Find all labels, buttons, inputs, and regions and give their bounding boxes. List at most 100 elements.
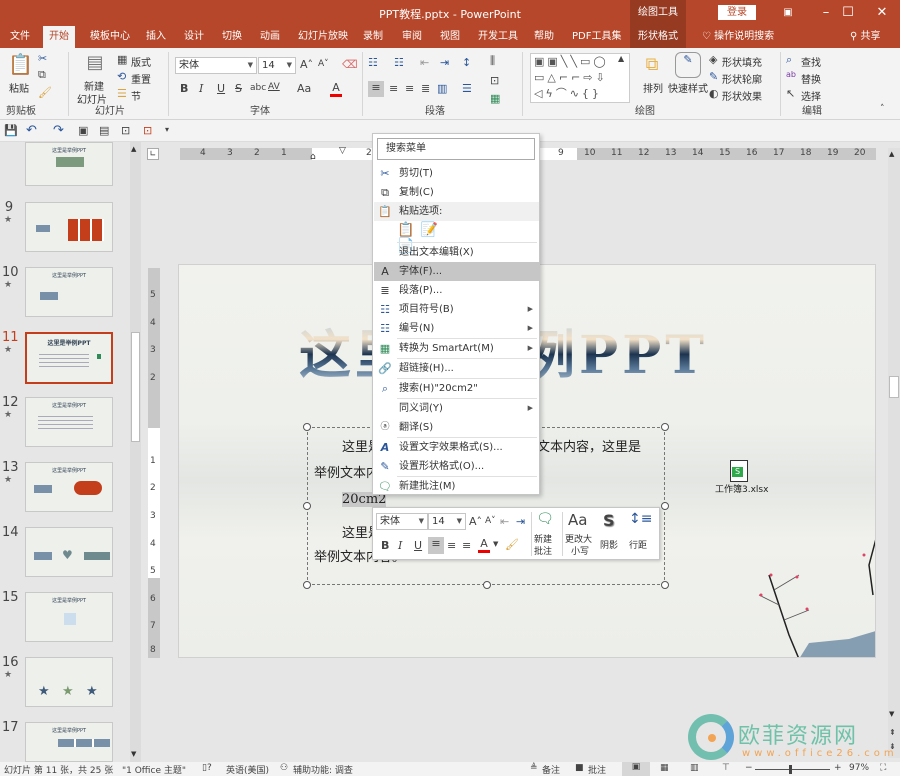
arrange-icon[interactable]: ⧉ (642, 54, 662, 75)
editor-vertical-scrollbar[interactable]: ▲ ▼ ⇞ ⇟ (888, 148, 900, 758)
reset-button[interactable]: 重置 (131, 71, 151, 86)
format-painter-icon[interactable]: 🖌 (505, 538, 519, 551)
new-comment-icon[interactable]: 🗨 (535, 511, 555, 527)
slide-thumbnail[interactable]: 这里是举例PPT (25, 267, 113, 317)
tab-home[interactable]: 开始 (43, 26, 75, 48)
resize-handle[interactable] (303, 581, 311, 589)
zoom-slider-thumb[interactable] (789, 765, 792, 774)
decrease-font-icon[interactable]: A˅ (485, 516, 496, 526)
tell-me-search[interactable]: ♡ 操作说明搜索 (696, 26, 780, 48)
quick-styles-icon[interactable]: ✎ (675, 52, 701, 78)
menu-item-smartart[interactable]: ▦ 转换为 SmartArt(M) ▶ (374, 339, 539, 358)
slide-thumbnail[interactable]: ♥ (25, 527, 113, 577)
spell-check-icon[interactable]: ▯? (202, 763, 212, 773)
login-button[interactable]: 登录 (718, 5, 756, 20)
zoom-level[interactable]: 97% (849, 763, 869, 773)
line-spacing-icon[interactable]: ↕ (462, 56, 471, 69)
slide-thumbnail[interactable]: ★ ★ ★ (25, 657, 113, 707)
accessibility-status[interactable]: 辅助功能: 调查 (293, 763, 353, 776)
close-button[interactable]: ✕ (864, 0, 900, 26)
mini-change-case-label[interactable]: 小写 (571, 544, 589, 557)
tab-help[interactable]: 帮助 (528, 26, 560, 48)
replace-button[interactable]: 替换 (801, 71, 821, 86)
convert-smartart-icon[interactable]: ▦ (490, 92, 500, 105)
menu-item-bullets[interactable]: ☷ 项目符号(B) ▶ (374, 300, 539, 319)
increase-font-icon[interactable]: A˄ (300, 58, 313, 71)
ribbon-display-options-icon[interactable]: ▣ (770, 0, 806, 26)
mini-new-comment-label[interactable]: 批注 (534, 544, 552, 557)
scroll-down-icon[interactable]: ▼ (889, 710, 894, 718)
italic-button[interactable]: I (199, 82, 203, 95)
menu-item-cut[interactable]: ✂ 剪切(T) (374, 164, 539, 183)
font-name-combo[interactable]: 宋体 ▼ (175, 57, 257, 74)
tab-shape-format[interactable]: 形状格式 (630, 26, 686, 48)
menu-item-search[interactable]: ⌕ 搜索(H)"20cm2" (374, 379, 539, 398)
scroll-up-icon[interactable]: ▲ (889, 150, 894, 158)
tab-view[interactable]: 视图 (434, 26, 466, 48)
normal-view-icon[interactable]: ▣ (622, 762, 650, 776)
mini-align-center-icon[interactable]: ≡ (447, 539, 456, 552)
menu-item-translate[interactable]: ⓐ 翻译(S) (374, 418, 539, 437)
decrease-font-icon[interactable]: A˅ (318, 59, 329, 69)
section-button[interactable]: 节 (131, 88, 141, 103)
menu-item-synonyms[interactable]: 同义词(Y) ▶ (374, 399, 539, 418)
increase-indent-icon[interactable]: ⇥ (440, 56, 449, 69)
resize-handle[interactable] (303, 423, 311, 431)
tab-slideshow[interactable]: 幻灯片放映 (292, 26, 354, 48)
tab-design[interactable]: 设计 (178, 26, 210, 48)
mini-font-name-combo[interactable]: 宋体 ▼ (376, 513, 428, 530)
slide-sorter-icon[interactable]: ▦ (660, 763, 669, 773)
tab-insert[interactable]: 插入 (140, 26, 172, 48)
mini-font-color-icon[interactable]: A (478, 537, 490, 553)
redo-icon[interactable]: ↷ (53, 123, 64, 138)
reading-view-icon[interactable]: ▥ (690, 763, 699, 773)
resize-handle[interactable] (483, 581, 491, 589)
columns-icon[interactable]: ☰ (462, 82, 472, 95)
slide-thumbnail[interactable]: 这里是举例PPT (25, 142, 113, 186)
scrollbar-thumb[interactable] (131, 332, 140, 442)
change-case-icon[interactable]: Aa (568, 511, 587, 529)
mini-italic-button[interactable]: I (398, 539, 402, 552)
format-painter-icon[interactable]: 🖌 (38, 86, 52, 99)
tab-developer[interactable]: 开发工具 (472, 26, 524, 48)
shape-effects-button[interactable]: 形状效果 (722, 88, 762, 103)
first-line-indent-icon[interactable]: ▽ (339, 146, 346, 156)
character-spacing-button[interactable]: AV (268, 82, 280, 92)
menu-search-input[interactable]: 搜索菜单 (377, 138, 535, 160)
decrease-indent-icon[interactable]: ⇤ (500, 515, 509, 528)
layout-button[interactable]: 版式 (131, 54, 151, 69)
strikethrough-button[interactable]: abc (250, 83, 266, 93)
numbering-icon[interactable]: ☷ (394, 56, 404, 69)
mini-font-size-combo[interactable]: 14 ▼ (428, 513, 466, 530)
tab-pdf-tools[interactable]: PDF工具集 (566, 26, 627, 48)
embedded-excel-file[interactable]: S 工作簿3.xlsx (715, 460, 768, 495)
scroll-up-icon[interactable]: ▲ (131, 145, 136, 153)
find-button[interactable]: 查找 (801, 54, 821, 69)
align-center-icon[interactable]: ≡ (389, 82, 398, 95)
from-beginning-icon[interactable]: ▣ (78, 124, 88, 137)
change-case-button[interactable]: Aa (297, 82, 311, 95)
bold-button[interactable]: B (180, 82, 188, 95)
present-icon[interactable]: ⊡ (121, 124, 130, 137)
comments-button[interactable]: 批注 (588, 763, 606, 776)
undo-icon[interactable]: ↶ (26, 123, 37, 138)
menu-item-format-shape[interactable]: ✎ 设置形状格式(O)... (374, 457, 539, 476)
quick-styles-button[interactable]: 快速样式 (668, 80, 708, 95)
text-shadow-button[interactable]: S (235, 82, 242, 95)
gallery-scroll-icon[interactable]: ▲ (618, 54, 624, 63)
underline-button[interactable]: U (217, 82, 225, 95)
paste-keep-source-icon[interactable]: 📋 (397, 222, 420, 238)
menu-item-hyperlink[interactable]: 🔗 超链接(H)... (374, 359, 539, 378)
chevron-down-icon[interactable]: ▼ (493, 540, 498, 548)
new-slide-icon[interactable]: ▤ (82, 52, 108, 73)
zoom-in-button[interactable]: + (834, 763, 842, 773)
shape-fill-button[interactable]: 形状填充 (722, 54, 762, 69)
clear-formatting-icon[interactable]: ⌫ (342, 58, 358, 71)
mini-bold-button[interactable]: B (381, 539, 389, 552)
mini-line-spacing-button[interactable]: 行距 (629, 538, 647, 551)
slide-thumbnail[interactable]: 这里是举例PPT (25, 722, 113, 762)
indent-marker-icon[interactable]: ⌂ (310, 152, 316, 162)
mini-align-right-icon[interactable]: ≡ (462, 539, 471, 552)
slide-thumbnail[interactable]: 这里是举例PPT (25, 462, 113, 512)
shapes-gallery[interactable]: ▣▣╲╲▭◯ ▭△⌐⌐⇨⇩ ◁ϟ⌒∿{} (530, 53, 630, 103)
